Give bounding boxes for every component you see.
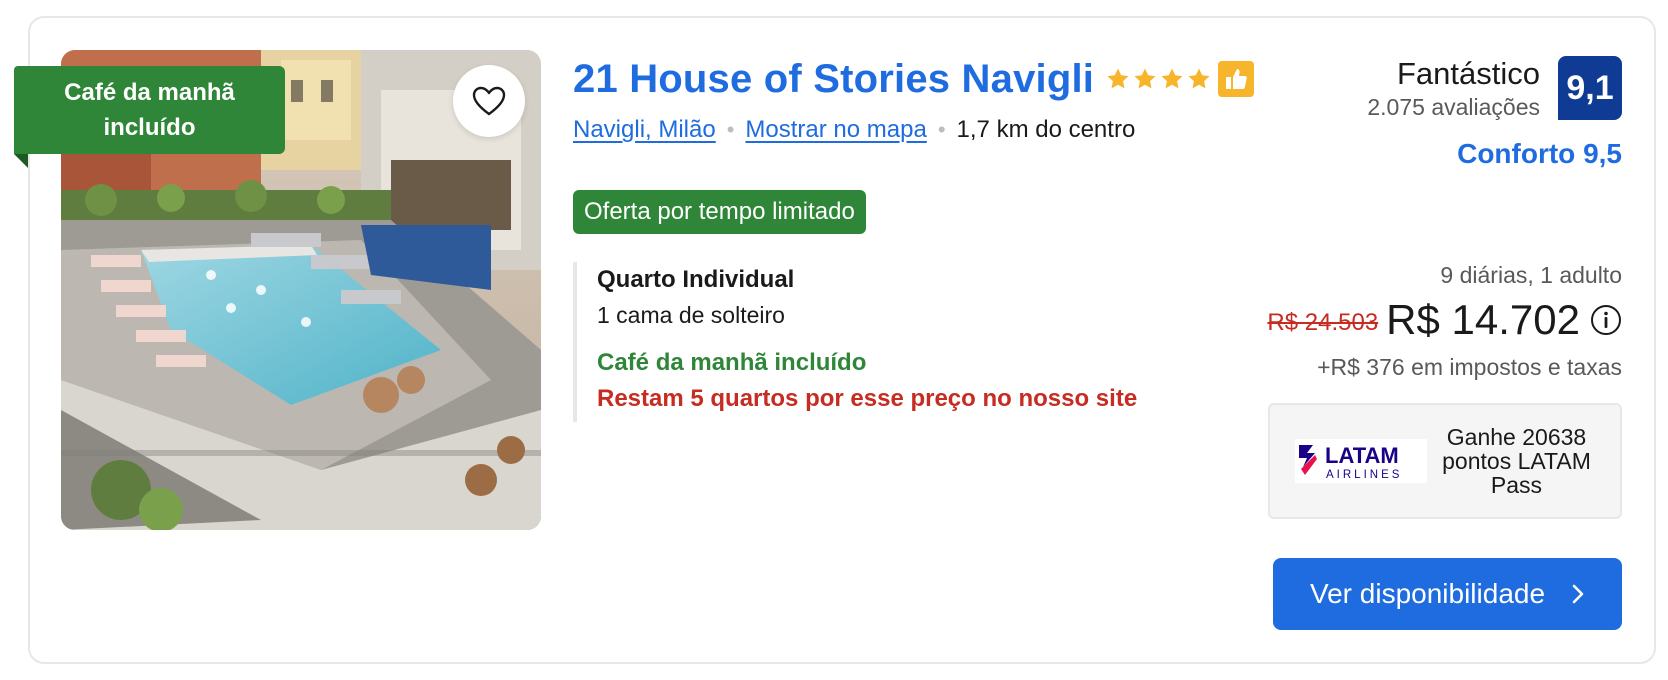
room-name: Quarto Individual — [597, 266, 795, 293]
distance-from-center: 1,7 km do centro — [956, 116, 1136, 143]
breakfast-ribbon: Café da manhã incluído — [14, 66, 285, 154]
see-availability-button[interactable]: Ver disponibilidade — [1273, 558, 1622, 630]
rooms-left-warning: Restam 5 quartos por esse preço no nosso… — [597, 385, 1138, 412]
original-price: R$ 24.503 — [1267, 309, 1379, 336]
chevron-right-icon — [1571, 583, 1585, 605]
current-price: R$ 14.702 — [1386, 296, 1580, 343]
heart-icon — [472, 86, 506, 116]
title-row: 21 House of Stories Navigli — [573, 52, 1255, 106]
room-details: Quarto Individual 1 cama de solteiro Caf… — [573, 262, 1193, 422]
star-icon — [1188, 68, 1210, 89]
loyalty-offer: LATAM AIRLINES Ganhe 20638 pontos LATAM … — [1268, 403, 1622, 519]
hotel-name-link[interactable]: 21 House of Stories Navigli — [573, 57, 1094, 102]
svg-text:AIRLINES: AIRLINES — [1326, 469, 1402, 481]
review-score-badge[interactable]: 9,1 — [1558, 56, 1622, 120]
loyalty-points-text: Ganhe 20638 pontos LATAM Pass — [1442, 424, 1591, 498]
price-info-button[interactable] — [1590, 304, 1622, 336]
review-summary[interactable]: Fantástico 2.075 avaliações — [1367, 56, 1540, 122]
breakfast-included: Café da manhã incluído — [597, 349, 867, 376]
bed-info: 1 cama de solteiro — [597, 302, 785, 328]
taxes-and-fees: +R$ 376 em impostos e taxas — [1317, 354, 1622, 380]
price-row: R$ 24.503 R$ 14.702 — [1267, 296, 1622, 344]
location-row: Navigli, Milão • Mostrar no mapa • 1,7 k… — [573, 116, 1135, 144]
stay-info: 9 diárias, 1 adulto — [1440, 262, 1622, 288]
see-availability-label: Ver disponibilidade — [1309, 578, 1546, 609]
svg-text:LATAM: LATAM — [1325, 443, 1399, 468]
preferred-partner-badge[interactable] — [1218, 61, 1255, 97]
review-label: Fantástico — [1396, 56, 1540, 91]
location-link[interactable]: Navigli, Milão — [573, 116, 716, 144]
thumbs-up-icon — [1226, 69, 1247, 89]
star-icon — [1161, 68, 1183, 89]
show-on-map-link[interactable]: Mostrar no mapa — [745, 116, 926, 144]
star-rating — [1106, 67, 1211, 91]
separator-dot: • — [937, 117, 946, 142]
limited-offer-badge: Oferta por tempo limitado — [573, 190, 866, 234]
review-count: 2.075 avaliações — [1367, 94, 1540, 120]
favorite-button[interactable] — [453, 65, 525, 137]
ribbon-fold — [14, 154, 28, 168]
star-icon — [1107, 68, 1129, 89]
info-icon — [1591, 305, 1621, 335]
star-icon — [1134, 68, 1156, 89]
comfort-score: Conforto 9,5 — [1457, 138, 1622, 169]
latam-airlines-logo: LATAM AIRLINES — [1295, 439, 1427, 483]
separator-dot: • — [726, 117, 735, 142]
